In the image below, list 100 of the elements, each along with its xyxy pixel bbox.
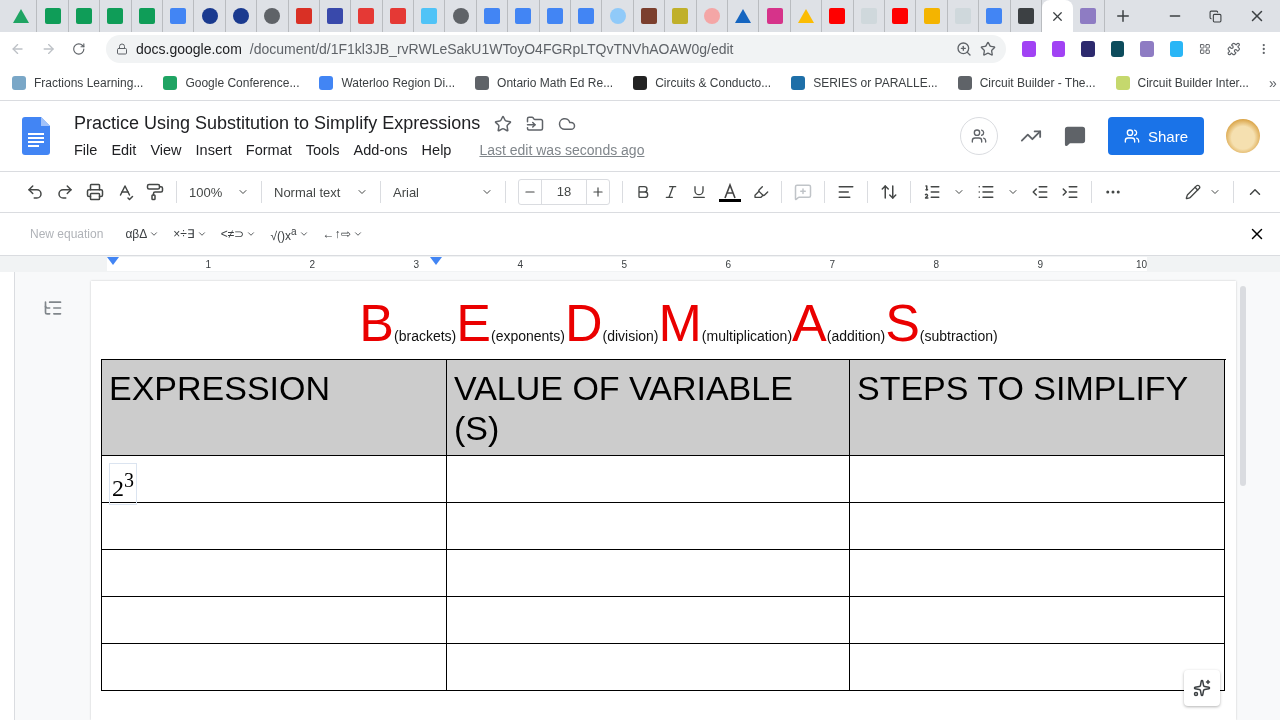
- acronym-word: (exponents): [490, 328, 565, 344]
- ruler-number: 2: [309, 258, 315, 270]
- caret-icon: [149, 229, 160, 239]
- acronym-word: (brackets): [394, 328, 457, 344]
- acronym-word: (multiplication): [701, 328, 793, 344]
- acronym-letter: B: [359, 297, 395, 349]
- italic-icon[interactable]: [663, 184, 679, 200]
- bulleted-list-icon[interactable]: [977, 183, 995, 201]
- url-host: docs.google.com: [135, 41, 242, 57]
- menu-item[interactable]: View: [150, 140, 190, 160]
- zoom-icon[interactable]: [955, 41, 972, 57]
- ruler-number: 3: [413, 258, 419, 270]
- menu-item[interactable]: Edit: [111, 140, 145, 160]
- align-left-icon[interactable]: [837, 183, 855, 201]
- ruler-number: 10: [1135, 258, 1147, 270]
- ruler[interactable]: 1 2 3 4 5 6 7 8 9 10: [107, 257, 1147, 271]
- print-icon[interactable]: [86, 183, 104, 201]
- numbered-list-icon[interactable]: [923, 183, 941, 201]
- menu-item[interactable]: Tools: [305, 140, 348, 160]
- acronym-letter: M: [658, 297, 702, 349]
- equation-symbol-menu[interactable]: ×÷∃: [173, 227, 207, 241]
- restore-icon[interactable]: [1209, 9, 1222, 23]
- menu-item[interactable]: Help: [421, 140, 460, 160]
- lock-icon: [115, 43, 128, 55]
- style-dropdown[interactable]: Normal text: [274, 184, 368, 200]
- increase-indent-icon[interactable]: [1061, 183, 1079, 201]
- address-bar[interactable]: docs.google.com /document/d/1F1kl3JB_rvRWLeSakU1WToyO4FGRpLTQvTNVhAOAW0g/edit: [105, 35, 1006, 63]
- bookmark-star-icon[interactable]: [979, 41, 996, 57]
- sparkle-icon: [1193, 679, 1211, 697]
- caret-icon: [298, 229, 309, 239]
- star-icon[interactable]: [494, 114, 513, 133]
- text-color-button[interactable]: [719, 182, 741, 202]
- ruler-number: 4: [517, 258, 523, 270]
- explore-button[interactable]: [1184, 670, 1220, 706]
- equation-symbol-menu[interactable]: αβΔ: [125, 227, 160, 241]
- acronym-word: (addition): [826, 328, 886, 344]
- people-icon: [971, 128, 987, 144]
- people-icon: [1124, 128, 1140, 144]
- letter-a-icon: [722, 182, 738, 199]
- extensions-icon[interactable]: [1227, 41, 1241, 57]
- acronym-letter: A: [792, 297, 827, 349]
- menu-item[interactable]: Add-ons: [353, 140, 416, 160]
- acronym-letter: E: [456, 297, 491, 349]
- share-button[interactable]: Share: [1108, 117, 1204, 155]
- undo-icon[interactable]: [26, 183, 44, 201]
- font-dropdown[interactable]: Arial: [393, 184, 493, 200]
- menu-item[interactable]: Insert: [195, 140, 240, 160]
- bookmark-link[interactable]: Circuits & Conducto...: [633, 76, 772, 90]
- caret-icon: [246, 229, 257, 239]
- decrease-indent-icon[interactable]: [1031, 183, 1049, 201]
- highlight-icon[interactable]: [753, 184, 769, 200]
- equation-symbol-menu[interactable]: <≠⊃: [220, 227, 257, 241]
- caret-icon: [196, 229, 207, 239]
- ruler-number: 5: [621, 258, 627, 270]
- bookmark-link[interactable]: Circuit Builder Inter...: [1115, 76, 1249, 90]
- extension-icon[interactable]: [1051, 41, 1066, 57]
- acronym-letter: S: [885, 297, 920, 349]
- extension-icon[interactable]: [1110, 41, 1125, 57]
- outline-icon[interactable]: [43, 298, 63, 318]
- editing-mode-icon[interactable]: [1185, 184, 1201, 200]
- reload-icon[interactable]: [72, 41, 86, 57]
- bookmark-link[interactable]: Waterloo Region Di...: [319, 76, 456, 90]
- url-path: /document/d/1F1kl3JB_rvRWLeSakU1WToyO4FGRpLTQvTNVhAOAW0g/edit: [249, 41, 735, 57]
- last-edit-link[interactable]: Last edit was seconds ago: [479, 142, 645, 158]
- acronym-letter: D: [564, 297, 603, 349]
- equation[interactable]: 2$^{3}$: [109, 463, 137, 505]
- bold-icon[interactable]: [635, 184, 651, 200]
- redo-icon[interactable]: [56, 183, 74, 201]
- equation-symbol-menu[interactable]: √()x$^{a}$: [270, 225, 309, 243]
- acronym-word: (division): [602, 328, 659, 344]
- bookmark-link[interactable]: Google Conference...: [163, 76, 300, 90]
- bookmark-link[interactable]: Circuit Builder - The...: [957, 76, 1096, 90]
- underline-icon[interactable]: [691, 184, 707, 200]
- menu-item[interactable]: Format: [245, 140, 300, 160]
- bookmark-link[interactable]: SERIES or PARALLE...: [791, 76, 938, 90]
- equation-symbol-menu[interactable]: ←↑⇨: [322, 227, 363, 241]
- column-header: VALUE OF VARIABLE (S): [447, 360, 850, 456]
- move-folder-icon[interactable]: [526, 114, 545, 133]
- ruler-number: 1: [205, 258, 211, 270]
- bookmark-link[interactable]: Ontario Math Ed Re...: [475, 76, 614, 90]
- menu-item[interactable]: File: [74, 140, 106, 160]
- column-header: STEPS TO SIMPLIFY: [850, 360, 1225, 456]
- document-title[interactable]: Practice Using Substitution to Simplify Expressions: [74, 113, 481, 134]
- acronym-word: (subtraction): [919, 328, 998, 344]
- comments-icon[interactable]: [1064, 125, 1086, 147]
- scrollbar-thumb[interactable]: [1240, 286, 1246, 486]
- column-header: EXPRESSION: [102, 360, 447, 456]
- ruler-number: 7: [829, 258, 835, 270]
- bookmark-link[interactable]: Fractions Learning...: [12, 76, 144, 90]
- more-bookmarks-button[interactable]: »: [1268, 75, 1277, 91]
- ruler-number: 9: [1037, 258, 1043, 270]
- zoom-dropdown[interactable]: 100%: [189, 184, 249, 200]
- ruler-number: 8: [933, 258, 939, 270]
- increase-size-icon[interactable]: [591, 185, 605, 199]
- grid-icon[interactable]: [1199, 42, 1211, 56]
- paint-format-icon[interactable]: [146, 183, 164, 201]
- ruler-number: 6: [725, 258, 731, 270]
- extension-icon[interactable]: [1021, 41, 1036, 57]
- docs-logo-icon[interactable]: [22, 117, 50, 155]
- line-spacing-icon[interactable]: [880, 183, 898, 201]
